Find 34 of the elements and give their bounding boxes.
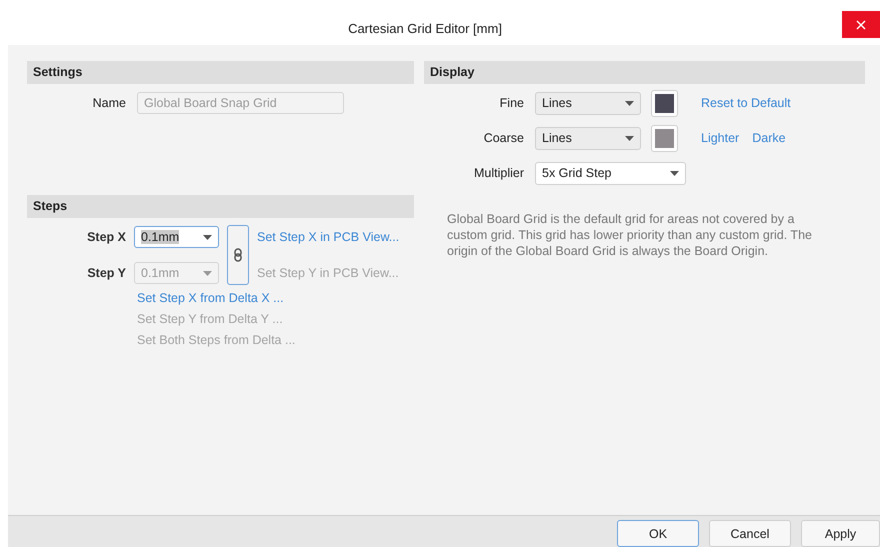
description-text: Global Board Grid is the default grid for areas not covered by a custom grid. This grid has lower priority than any custom grid. The origin of the Global Board Grid is always the Board Origin. — [447, 211, 813, 259]
dialog-button[interactable]: OK — [617, 520, 699, 547]
style-dropdown[interactable]: Lines — [535, 126, 641, 150]
dialog-button[interactable]: Apply — [801, 520, 880, 547]
link[interactable]: Set Step X in PCB View... — [257, 230, 414, 244]
style-dropdown[interactable]: Lines — [535, 92, 641, 114]
caret-icon — [203, 270, 212, 276]
chain-link-icon — [234, 248, 242, 262]
lock-button[interactable] — [227, 225, 249, 285]
caret-icon — [670, 170, 679, 176]
field-label: Step X — [86, 230, 126, 244]
link[interactable]: Reset to Default — [701, 96, 791, 110]
step-combo[interactable]: 0.1mm — [134, 226, 219, 248]
window-title: Cartesian Grid Editor [mm] — [347, 20, 503, 36]
link[interactable]: Set Step X from Delta X ... — [137, 291, 284, 306]
field-label: Coarse — [482, 131, 524, 145]
color-picker[interactable] — [651, 90, 678, 116]
multiplier-dropdown[interactable]: 5x Grid Step — [535, 162, 686, 184]
link[interactable]: Darke — [752, 131, 786, 145]
section-header: Settings — [27, 61, 414, 84]
close-button[interactable] — [842, 11, 880, 38]
section-header: Steps — [27, 195, 414, 218]
link[interactable]: Lighter — [701, 131, 740, 145]
field-label: Fine — [498, 96, 524, 110]
field-label: Multiplier — [472, 166, 524, 180]
field-label: Name — [92, 96, 126, 110]
close-icon — [856, 20, 866, 30]
section-header: Display — [424, 61, 865, 84]
caret-icon — [203, 234, 212, 240]
dialog-button[interactable]: Cancel — [709, 520, 791, 547]
caret-icon — [625, 100, 634, 106]
color-picker[interactable] — [651, 124, 678, 152]
caret-icon — [625, 136, 634, 140]
field-label: Step Y — [86, 266, 126, 280]
